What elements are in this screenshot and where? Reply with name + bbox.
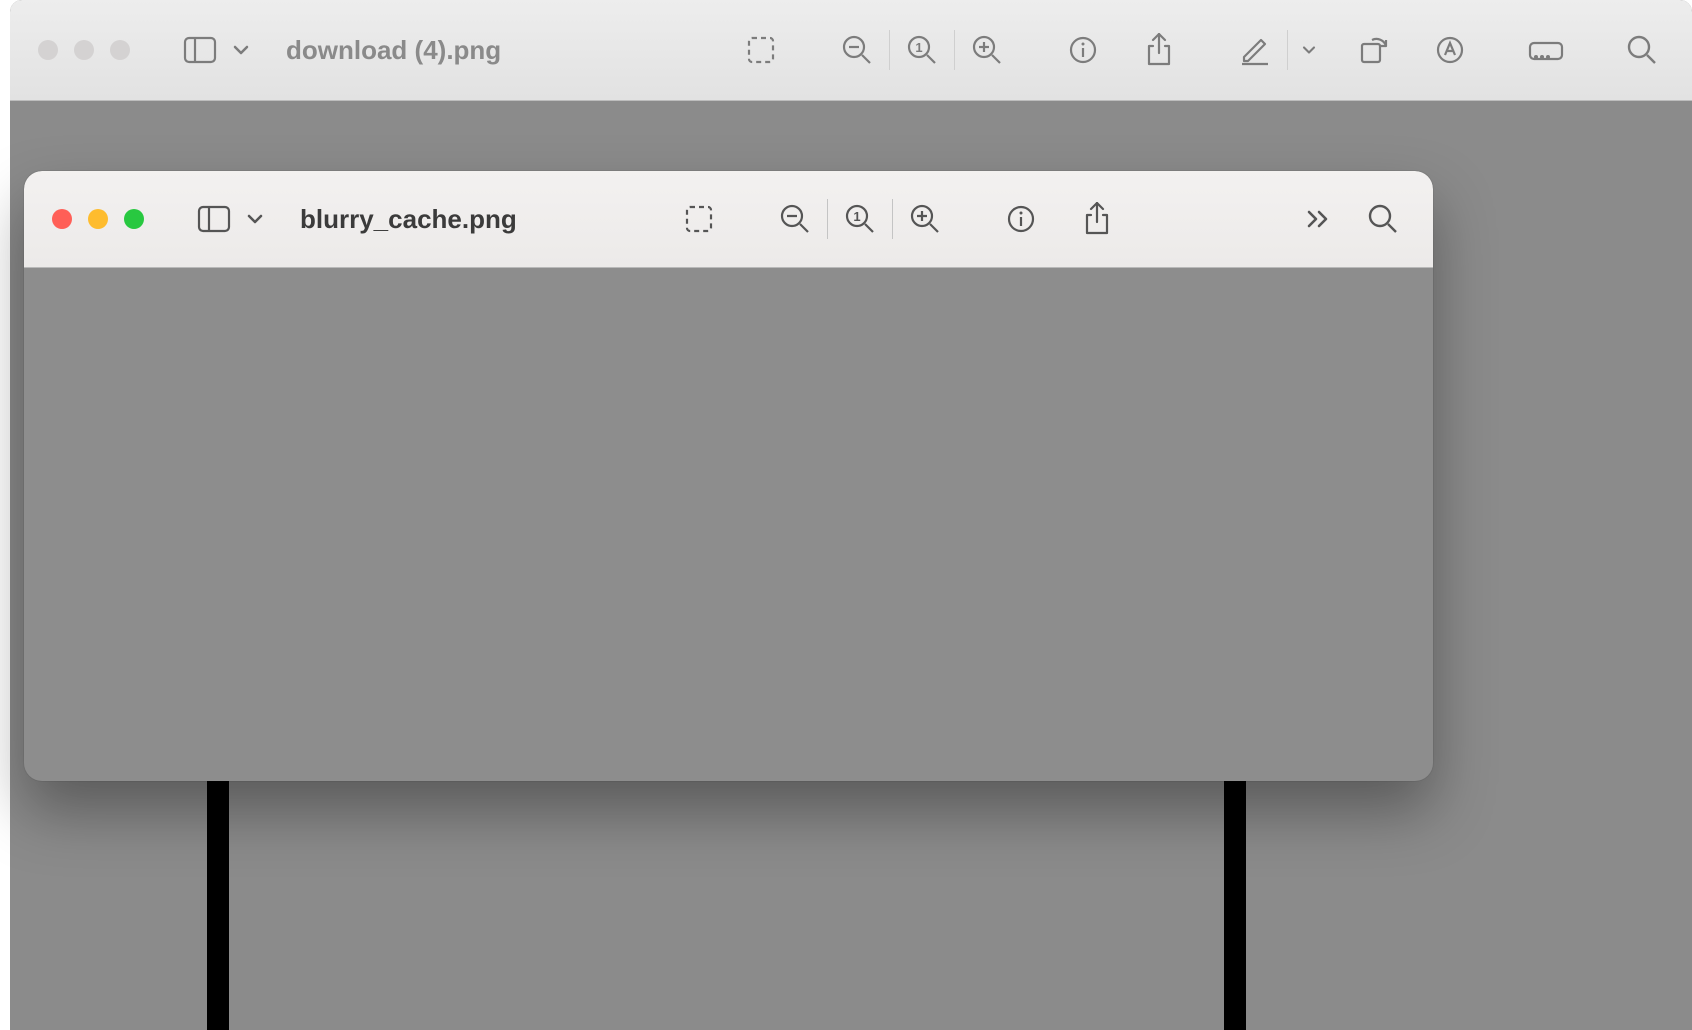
svg-text:1: 1 [915, 40, 922, 55]
edit-dropdown-button[interactable] [1294, 26, 1324, 74]
traffic-lights-back[interactable] [38, 40, 130, 60]
zoom-out-button[interactable] [831, 26, 883, 74]
info-icon [1068, 35, 1098, 65]
close-window-back[interactable] [38, 40, 58, 60]
chevron-down-icon [1301, 45, 1317, 55]
zoom-window-front[interactable] [124, 209, 144, 229]
markup-icon [1435, 35, 1465, 65]
toolbar-front: blurry_cache.png 1 [24, 171, 1433, 268]
selection-tool-button-front[interactable] [673, 195, 725, 243]
chevron-down-icon [232, 44, 250, 56]
search-button[interactable] [1616, 26, 1668, 74]
edit-button[interactable] [1229, 26, 1281, 74]
zoom-actual-button-front[interactable]: 1 [834, 195, 886, 243]
info-icon [1006, 204, 1036, 234]
toolbar-back: download (4).png 1 [10, 0, 1692, 101]
highlight-button[interactable] [1520, 26, 1572, 74]
svg-text:1: 1 [853, 209, 860, 224]
markup-button[interactable] [1424, 26, 1476, 74]
share-icon [1082, 202, 1112, 236]
traffic-lights-front[interactable] [52, 209, 144, 229]
zoom-window-back[interactable] [110, 40, 130, 60]
zoom-actual-icon: 1 [906, 34, 938, 66]
sidebar-dropdown-button-front[interactable] [240, 195, 270, 243]
highlight-icon [1528, 37, 1564, 63]
window-title-front: blurry_cache.png [300, 204, 517, 235]
search-button-front[interactable] [1357, 195, 1409, 243]
sidebar-dropdown-button[interactable] [226, 26, 256, 74]
rotate-button[interactable] [1348, 26, 1400, 74]
zoom-in-icon [971, 34, 1003, 66]
selection-icon [684, 204, 714, 234]
selection-tool-button[interactable] [735, 26, 787, 74]
sidebar-icon [183, 36, 217, 64]
minimize-window-back[interactable] [74, 40, 94, 60]
selection-icon [746, 35, 776, 65]
zoom-actual-button[interactable]: 1 [896, 26, 948, 74]
sidebar-icon [197, 205, 231, 233]
share-button[interactable] [1133, 26, 1185, 74]
preview-window-front: blurry_cache.png 1 [24, 171, 1433, 781]
chevron-double-right-icon [1306, 209, 1332, 229]
zoom-in-icon [909, 203, 941, 235]
zoom-actual-icon: 1 [844, 203, 876, 235]
search-icon [1626, 34, 1658, 66]
share-icon [1144, 33, 1174, 67]
close-window-front[interactable] [52, 209, 72, 229]
zoom-in-button-front[interactable] [899, 195, 951, 243]
window-title-back: download (4).png [286, 35, 501, 66]
zoom-out-button-front[interactable] [769, 195, 821, 243]
sidebar-toggle-button-front[interactable] [188, 195, 240, 243]
sidebar-toggle-button[interactable] [174, 26, 226, 74]
info-button[interactable] [1057, 26, 1109, 74]
zoom-out-icon [779, 203, 811, 235]
overflow-button-front[interactable] [1293, 195, 1345, 243]
edit-pencil-icon [1239, 34, 1271, 66]
chevron-down-icon [246, 213, 264, 225]
zoom-out-icon [841, 34, 873, 66]
info-button-front[interactable] [995, 195, 1047, 243]
share-button-front[interactable] [1071, 195, 1123, 243]
minimize-window-front[interactable] [88, 209, 108, 229]
search-icon [1367, 203, 1399, 235]
rotate-icon [1358, 34, 1390, 66]
zoom-in-button[interactable] [961, 26, 1013, 74]
